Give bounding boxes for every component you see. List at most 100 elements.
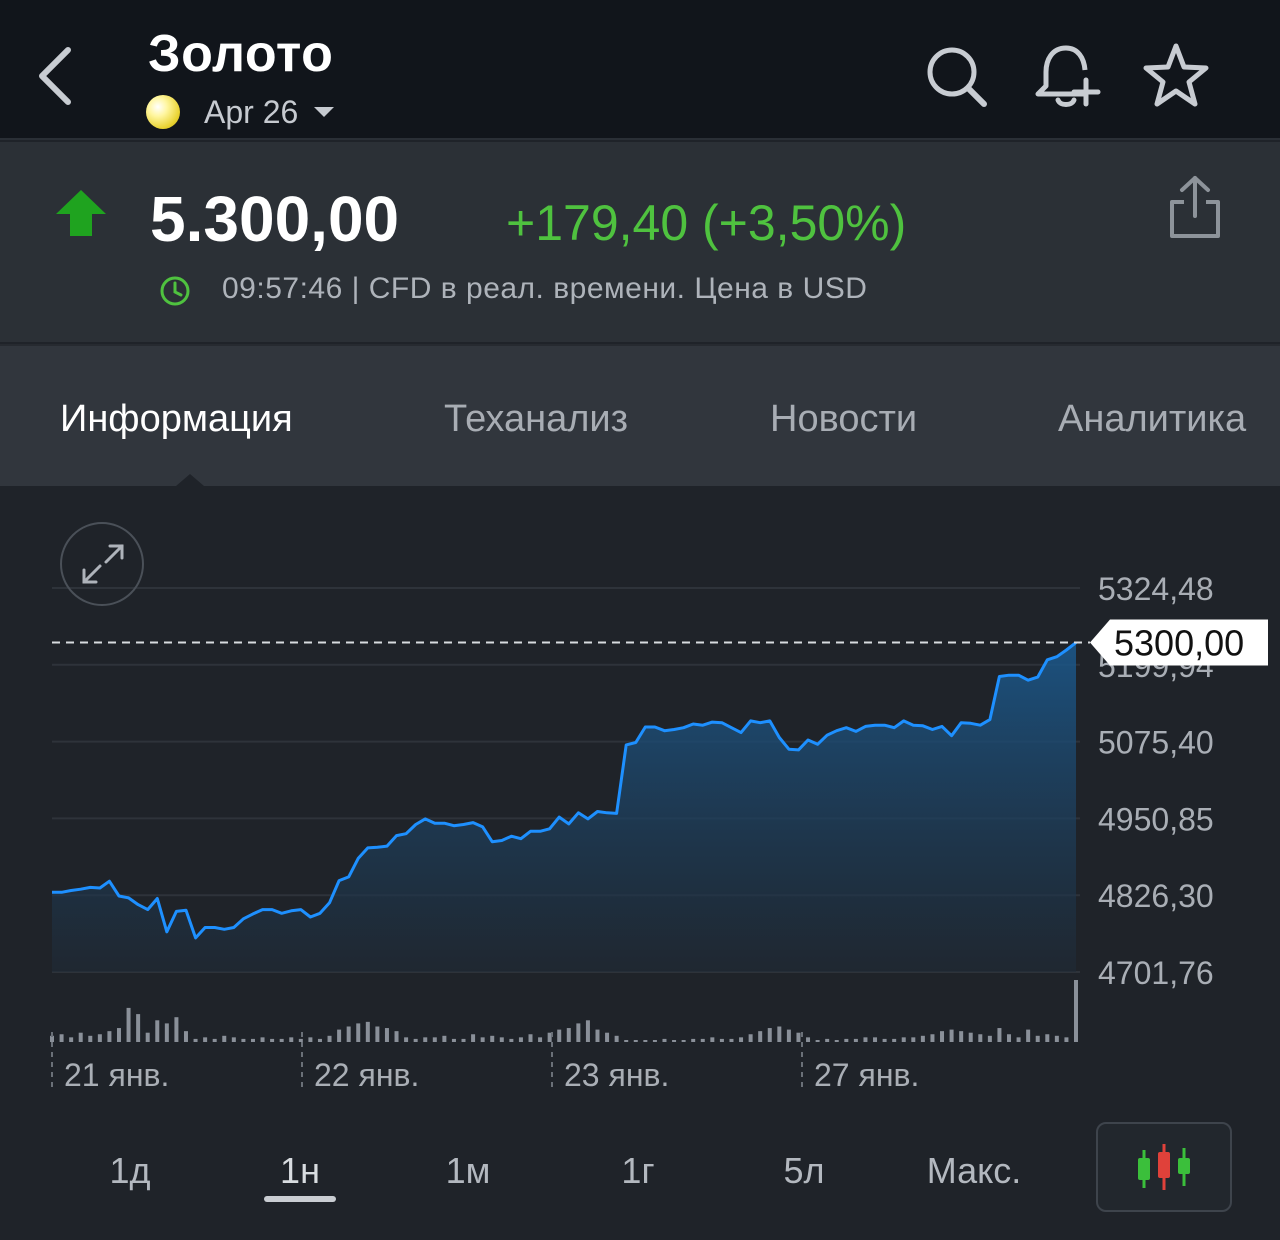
volume-bar: [997, 1028, 1002, 1042]
y-tick-label: 4701,76: [1098, 955, 1214, 991]
chevron-left-icon: [39, 47, 71, 105]
volume-bar: [97, 1034, 102, 1042]
volume-bar: [1074, 980, 1078, 1042]
volume-bar: [518, 1037, 523, 1042]
volume-bar: [528, 1034, 533, 1042]
volume-bar: [451, 1038, 456, 1042]
quote-panel: 5.300,00 +179,40 (+3,50%) 09:57:46 | CFD…: [0, 142, 1280, 342]
range-max-button[interactable]: Макс.: [914, 1150, 1034, 1192]
volume-bar: [317, 1038, 322, 1042]
volume-bar: [538, 1037, 543, 1042]
active-tab-indicator: [176, 474, 204, 486]
volume-bar: [145, 1032, 150, 1042]
volume-bar: [471, 1034, 476, 1042]
volume-bar: [212, 1038, 217, 1042]
volume-bar: [882, 1038, 887, 1042]
quote-meta: 09:57:46 | CFD в реал. времени. Цена в U…: [222, 272, 868, 305]
range-1m-button[interactable]: 1м: [436, 1150, 500, 1192]
volume-bar: [203, 1037, 208, 1042]
page-title: Золото: [148, 25, 334, 83]
volume-bar: [987, 1035, 992, 1042]
volume-bar: [940, 1031, 945, 1042]
volume-bar: [605, 1032, 610, 1042]
range-1y-button[interactable]: 1г: [608, 1150, 668, 1192]
volume-bar: [652, 1040, 657, 1042]
volume-bar: [423, 1037, 428, 1042]
volume-bar: [241, 1038, 246, 1042]
tab-information[interactable]: Информация: [60, 398, 293, 441]
favorite-button[interactable]: [1140, 40, 1212, 112]
volume-bar: [614, 1035, 619, 1042]
back-button[interactable]: [30, 42, 82, 110]
volume-bar: [853, 1038, 858, 1042]
volume-bar: [413, 1038, 418, 1042]
volume-bar: [767, 1028, 772, 1042]
range-5y-button[interactable]: 5л: [774, 1150, 834, 1192]
volume-bar: [949, 1029, 954, 1042]
volume-bar: [88, 1035, 93, 1042]
x-axis-label: 23 янв.: [564, 1057, 669, 1093]
volume-bar: [164, 1023, 169, 1042]
volume-bar: [796, 1032, 801, 1042]
price-chart[interactable]: 5324,485199,945075,404950,854826,304701,…: [0, 486, 1280, 1106]
volume-bar: [1026, 1029, 1031, 1042]
volume-bar: [777, 1026, 782, 1042]
tab-technical[interactable]: Теханализ: [444, 398, 628, 441]
gold-coin-icon: [146, 95, 180, 129]
volume-bar: [566, 1028, 571, 1042]
range-1w-button[interactable]: 1н: [270, 1150, 330, 1192]
x-axis-label: 22 янв.: [314, 1057, 419, 1093]
volume-bar: [691, 1038, 696, 1042]
volume-bar: [920, 1035, 925, 1042]
volume-bar: [155, 1020, 160, 1042]
share-icon: [1170, 176, 1220, 238]
price-change: +179,40 (+3,50%): [506, 195, 907, 251]
range-1d-button[interactable]: 1д: [100, 1150, 160, 1192]
x-axis-label: 21 янв.: [64, 1057, 169, 1093]
volume-bar: [279, 1038, 284, 1042]
volume-bar: [365, 1021, 370, 1042]
volume-bar: [643, 1040, 648, 1042]
volume-bar: [174, 1017, 179, 1042]
volume-bar: [356, 1023, 361, 1042]
add-alert-button[interactable]: [1030, 40, 1102, 112]
volume-bar: [231, 1037, 236, 1042]
candlestick-icon: [1138, 1144, 1190, 1190]
candlestick-toggle-button[interactable]: [1096, 1122, 1232, 1212]
caret-down-icon: [314, 107, 335, 117]
volume-bar: [1035, 1035, 1040, 1042]
volume-bar: [863, 1037, 868, 1042]
volume-bar: [461, 1038, 466, 1042]
volume-bar: [662, 1038, 667, 1042]
volume-bar: [873, 1037, 878, 1042]
volume-bar: [116, 1028, 121, 1042]
volume-bar: [337, 1029, 342, 1042]
volume-bar: [959, 1031, 964, 1042]
volume-bar: [834, 1040, 839, 1042]
volume-bar: [270, 1038, 275, 1042]
volume-bar: [758, 1031, 763, 1042]
share-button[interactable]: [1166, 174, 1224, 240]
volume-bar: [700, 1038, 705, 1042]
x-axis-label: 27 янв.: [814, 1057, 919, 1093]
volume-bar: [968, 1032, 973, 1042]
volume-bar: [719, 1038, 724, 1042]
active-range-underline: [264, 1196, 336, 1202]
volume-bar: [222, 1035, 227, 1042]
volume-bar: [786, 1029, 791, 1042]
current-price-label: 5300,00: [1114, 623, 1244, 664]
volume-bar: [672, 1040, 677, 1042]
tab-news[interactable]: Новости: [770, 398, 917, 441]
volume-bar: [183, 1031, 188, 1042]
volume-bar: [978, 1034, 983, 1042]
tab-analytics[interactable]: Аналитика: [1058, 398, 1246, 441]
volume-bar: [499, 1037, 504, 1042]
y-tick-label: 4826,30: [1098, 878, 1214, 914]
volume-bar: [308, 1037, 313, 1042]
contract-selector[interactable]: Apr 26: [146, 90, 335, 134]
expand-chart-button[interactable]: [60, 522, 144, 606]
volume-bar: [59, 1034, 64, 1042]
search-button[interactable]: [920, 40, 992, 112]
volume-bar: [78, 1032, 83, 1042]
volume-bar: [1045, 1034, 1050, 1042]
